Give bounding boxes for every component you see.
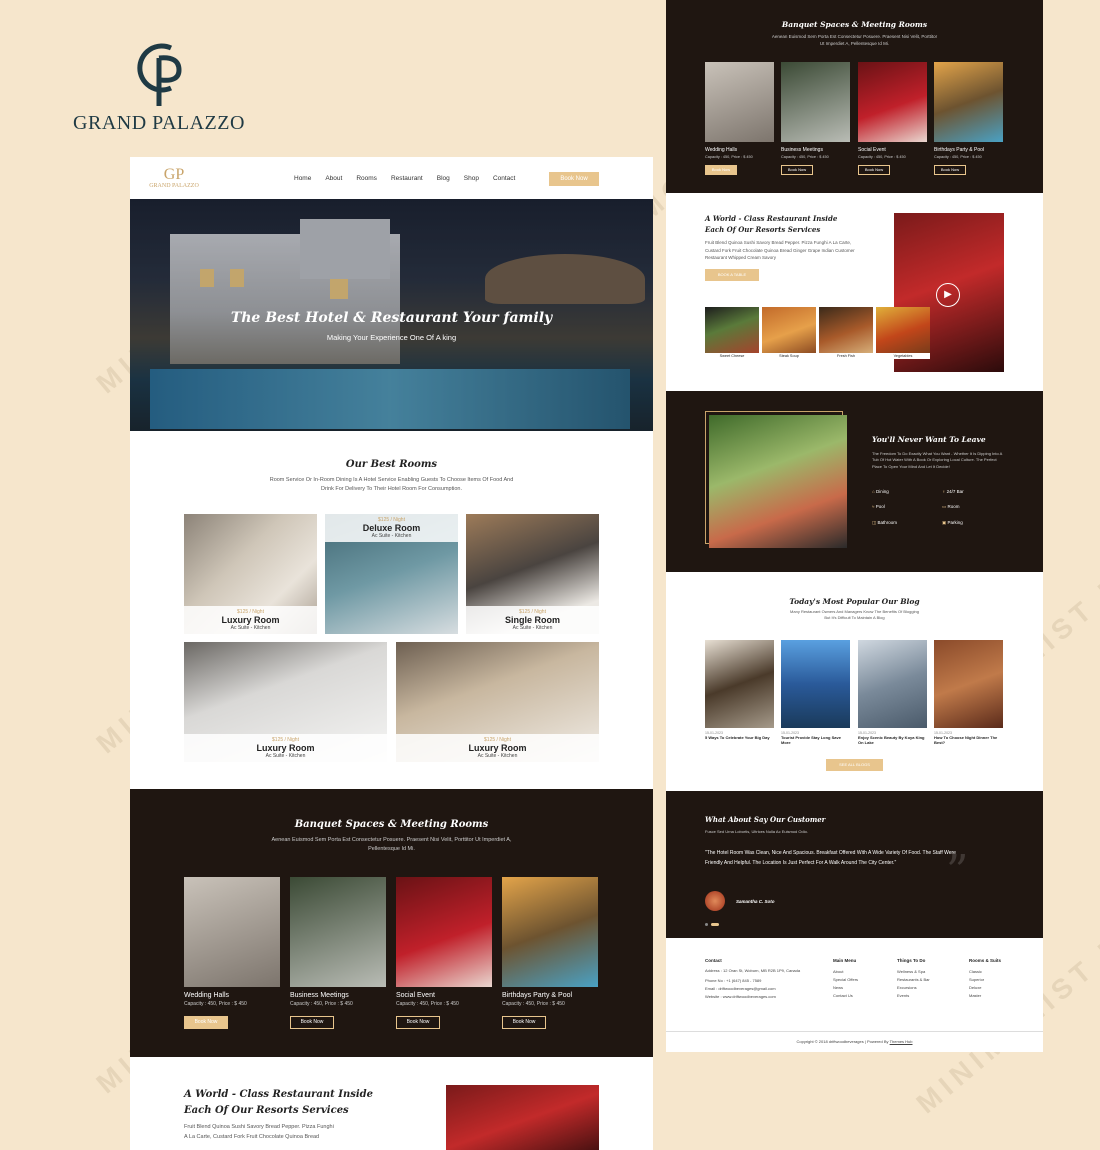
brand-name: GRAND PALAZZO xyxy=(73,112,245,134)
book-now-button[interactable]: Book Now xyxy=(184,1016,228,1029)
room-card[interactable]: $125 / Night Deluxe Room Ac Suite - Kitche… xyxy=(325,514,458,634)
book-now-button[interactable]: Book Now xyxy=(502,1016,546,1029)
nav-shop[interactable]: Shop xyxy=(464,175,479,182)
site-logo[interactable]: GP GRAND PALAZZO xyxy=(144,167,204,190)
banquet-card[interactable]: Wedding Halls Capacity : 450, Price : $ 4… xyxy=(705,62,774,175)
features-section: You'll Never Want To Leave The Freedom T… xyxy=(666,391,1043,572)
book-now-button[interactable]: Book Now xyxy=(290,1016,334,1029)
banquet-card[interactable]: Business Meetings Capacity : 450, Price :… xyxy=(781,62,850,175)
page-preview-left: GP GRAND PALAZZO Home About Rooms Restaur… xyxy=(130,157,653,1150)
nav-restaurant[interactable]: Restaurant xyxy=(391,175,423,182)
rooms-section: Our Best Rooms Room Service Or In-Room D… xyxy=(130,431,653,494)
monogram-icon xyxy=(137,43,182,106)
testimonial-section: What About Say Our Customer Fusce Sed Ur… xyxy=(666,791,1043,938)
banquet-card[interactable]: Birthdays Party & Pool Capacity : 450, Pr… xyxy=(934,62,1003,175)
nav-home[interactable]: Home xyxy=(294,175,311,182)
banquet-card[interactable]: Birthdays Party & Pool Capacity : 450, Pr… xyxy=(502,877,598,1029)
section-title: Our Best Rooms xyxy=(345,459,438,470)
section-subtitle: Room Service Or In-Room Dining Is A Hote… xyxy=(269,477,514,492)
copyright: Copyright © 2018 driftwoodbeverages | Po… xyxy=(666,1031,1043,1044)
book-now-button[interactable]: Book Now xyxy=(396,1016,440,1029)
banquet-section: Banquet Spaces & Meeting Rooms Aenean Eu… xyxy=(130,789,653,1057)
food-card[interactable]: Steak Soup xyxy=(762,307,816,359)
footer-main-menu: Main Menu About Special Offers News Cont… xyxy=(833,958,859,998)
nav-contact[interactable]: Contact xyxy=(493,175,515,182)
book-now-button[interactable]: Book Now xyxy=(549,172,599,186)
room-card[interactable]: $125 / Night Single Room Ac Suite - Kitche… xyxy=(466,514,599,634)
footer-rooms: Rooms & Suits Classic Superior Deluxe Ma… xyxy=(969,958,1002,998)
nav-rooms[interactable]: Rooms xyxy=(356,175,377,182)
food-card[interactable]: Fresh Fish xyxy=(819,307,873,359)
banquet-section: Banquet Spaces & Meeting Rooms Aenean Eu… xyxy=(666,0,1043,193)
section-subtitle: Aenean Euismod Sem Porta Est Consectetur… xyxy=(271,837,512,852)
section-title: Banquet Spaces & Meeting Rooms xyxy=(294,819,489,830)
feature-pool: ≈ Pool xyxy=(872,504,885,509)
carousel-dots[interactable] xyxy=(705,923,721,926)
page-preview-right: Banquet Spaces & Meeting Rooms Aenean Eu… xyxy=(666,0,1043,1052)
restaurant-section: A World - Class Restaurant Inside Each O… xyxy=(184,1089,373,1140)
see-all-blogs-button[interactable]: SEE ALL BLOGS xyxy=(826,759,883,771)
room-card[interactable]: $125 / Night Luxury Room Ac Suite - Kitche… xyxy=(184,514,317,634)
feature-room: ▭ Room xyxy=(942,504,960,509)
book-table-button[interactable]: BOOK A TABLE xyxy=(705,268,759,281)
footer-things-to-do: Things To Do Wellness & Spa Restaurants … xyxy=(897,958,930,998)
nav-blog[interactable]: Blog xyxy=(437,175,450,182)
blog-card[interactable]: 15-01-2023 Tourist Provide Stay Long Save… xyxy=(781,640,850,745)
quote-icon: ” xyxy=(946,846,969,897)
feature-bathroom: ◫ Bathroom xyxy=(872,520,898,525)
banquet-card[interactable]: Business Meetings Capacity : 450, Price :… xyxy=(290,877,386,1029)
hero-subtitle: Making Your Experience One Of A king xyxy=(326,333,457,342)
room-card[interactable]: $125 / Night Luxury Room Ac Suite - Kitche… xyxy=(396,642,599,762)
feature-dining: ⌂ Dining xyxy=(872,489,889,494)
banquet-card[interactable]: Social Event Capacity : 450, Price : $ 45… xyxy=(858,62,927,175)
blog-card[interactable]: 15-01-2023 5 Ways To Celebrate Your Big D… xyxy=(705,640,774,740)
room-card[interactable]: $125 / Night Luxury Room Ac Suite - Kitche… xyxy=(184,642,387,762)
banquet-card[interactable]: Wedding Halls Capacity : 450, Price : $ 4… xyxy=(184,877,280,1029)
footer-contact: Contact Address : 12 Oran St, Woburn, MB… xyxy=(705,958,801,999)
avatar xyxy=(705,891,725,911)
hero-banner: The Best Hotel & Restaurant Your family … xyxy=(130,199,653,431)
restaurant-section: A World - Class Restaurant Inside Each O… xyxy=(705,213,885,281)
blog-section: Today's Most Popular Our Blog Many Resta… xyxy=(789,597,920,621)
hero-title: The Best Hotel & Restaurant Your family xyxy=(230,310,553,326)
food-card[interactable]: Sweet Cheese xyxy=(705,307,759,359)
guests-photo xyxy=(709,415,847,548)
nav-menu: Home About Rooms Restaurant Blog Shop Co… xyxy=(294,175,515,182)
play-icon[interactable]: ▶ xyxy=(936,283,960,307)
nav-about[interactable]: About xyxy=(325,175,342,182)
feature-parking: ▣ Parking xyxy=(942,520,963,525)
blog-card[interactable]: 15-01-2023 Enjoy Scenic Beauty By Koya Ki… xyxy=(858,640,927,745)
banquet-card[interactable]: Social Event Capacity : 450, Price : $ 45… xyxy=(396,877,492,1029)
food-card[interactable]: Vegetables xyxy=(876,307,930,359)
brand-logo: GRAND PALAZZO xyxy=(64,38,254,135)
feature-bar: ♆ 24/7 Bar xyxy=(942,489,964,494)
blog-card[interactable]: 15-01-2023 How To Choose Night Dinner The… xyxy=(934,640,1003,745)
navbar: GP GRAND PALAZZO Home About Rooms Restaur… xyxy=(130,157,653,199)
restaurant-image xyxy=(446,1085,599,1150)
